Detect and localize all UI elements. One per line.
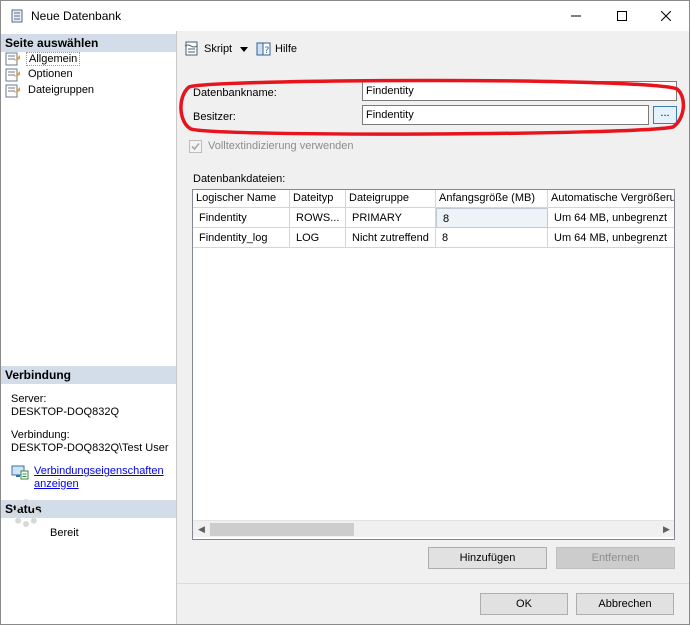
status-value: Bereit [50,527,79,539]
fulltext-checkbox[interactable] [189,140,202,153]
column-header[interactable]: Dateigruppe [346,190,436,208]
script-label: Skript [204,43,233,55]
connection-properties-link[interactable]: Verbindungseigenschaften [34,465,164,478]
horizontal-scrollbar[interactable]: ◀ ▶ [193,520,674,537]
maximize-icon [617,11,627,21]
files-label: Datenbankdateien: [193,173,286,185]
dialog-window: Neue Datenbank Seite auswählen Allgemein [0,0,690,625]
script-icon [184,41,198,56]
close-button[interactable] [643,1,689,31]
add-button[interactable]: Hinzufügen [428,547,547,569]
left-pane: Seite auswählen Allgemein Optionen Datei… [1,31,177,583]
minimize-button[interactable] [553,1,599,31]
browse-owner-button[interactable]: ... [653,106,677,124]
script-button[interactable]: Skript [184,41,248,59]
svg-text:?: ? [265,46,270,56]
chevron-down-icon [240,47,248,52]
page-icon [5,84,20,98]
owner-label: Besitzer: [193,111,236,123]
connection-properties-link-2[interactable]: anzeigen [34,478,79,491]
nav-item-optionen[interactable]: Optionen [5,67,173,83]
page-icon [5,52,20,66]
nav-item-label: Dateigruppen [28,84,95,96]
minimize-icon [571,15,581,17]
database-icon [11,9,23,23]
checkmark-icon [191,142,200,151]
cell-file-type[interactable]: LOG [290,228,346,248]
cell-filegroup[interactable]: Nicht zutreffend [346,228,436,248]
left-footer [1,583,177,624]
column-header[interactable]: Dateityp [290,190,346,208]
select-page-header: Seite auswählen [1,34,176,52]
nav-item-label: Allgemein [26,52,81,66]
close-icon [661,11,671,21]
nav-item-label: Optionen [28,68,73,80]
cell-logical-name[interactable]: Findentity_log [193,228,290,248]
nav-item-allgemein[interactable]: Allgemein [5,51,173,67]
column-header[interactable]: Logischer Name [193,190,290,208]
connection-header: Verbindung [1,366,176,384]
dbname-label: Datenbankname: [193,87,277,99]
remove-button[interactable]: Entfernen [556,547,675,569]
help-book-icon: ? [256,42,271,56]
cell-filegroup[interactable]: PRIMARY [346,208,436,228]
column-header[interactable]: Anfangsgröße (MB) [436,190,548,208]
fulltext-label: Volltextindizierung verwenden [208,140,354,152]
cell-logical-name[interactable]: Findentity [193,208,290,228]
maximize-button[interactable] [599,1,645,31]
nav-item-dateigruppen[interactable]: Dateigruppen [5,83,173,99]
column-header[interactable]: Automatische Vergrößerun [548,190,674,208]
connection-properties-icon [11,465,29,480]
server-label: Server: [11,393,47,405]
cell-autogrowth[interactable]: Um 64 MB, unbegrenzt [548,228,674,248]
help-label: Hilfe [275,43,298,55]
cell-initial-size[interactable]: 8 [436,228,548,248]
scrollbar-thumb[interactable] [210,523,354,536]
server-value: DESKTOP-DOQ832Q [11,406,119,418]
dbname-input[interactable]: Findentity [362,81,677,101]
owner-input[interactable]: Findentity [362,105,649,125]
files-grid[interactable]: Logischer Name Dateityp Dateigruppe Anfa… [192,189,675,540]
cell-file-type[interactable]: ROWS... [290,208,346,228]
connection-value: DESKTOP-DOQ832Q\Test User [11,442,169,454]
title-bar: Neue Datenbank [1,1,689,31]
scroll-left-icon[interactable]: ◀ [198,524,205,535]
help-button[interactable]: ? Hilfe [256,41,300,59]
connection-label: Verbindung: [11,429,70,441]
scroll-right-icon[interactable]: ▶ [663,524,670,535]
cancel-button[interactable]: Abbrechen [576,593,674,615]
window-title: Neue Datenbank [31,9,122,23]
progress-spinner-icon [12,499,40,527]
cell-initial-size[interactable]: 8 [436,208,548,228]
page-icon [5,68,20,82]
ok-button[interactable]: OK [480,593,568,615]
cell-autogrowth[interactable]: Um 64 MB, unbegrenzt [548,208,674,228]
